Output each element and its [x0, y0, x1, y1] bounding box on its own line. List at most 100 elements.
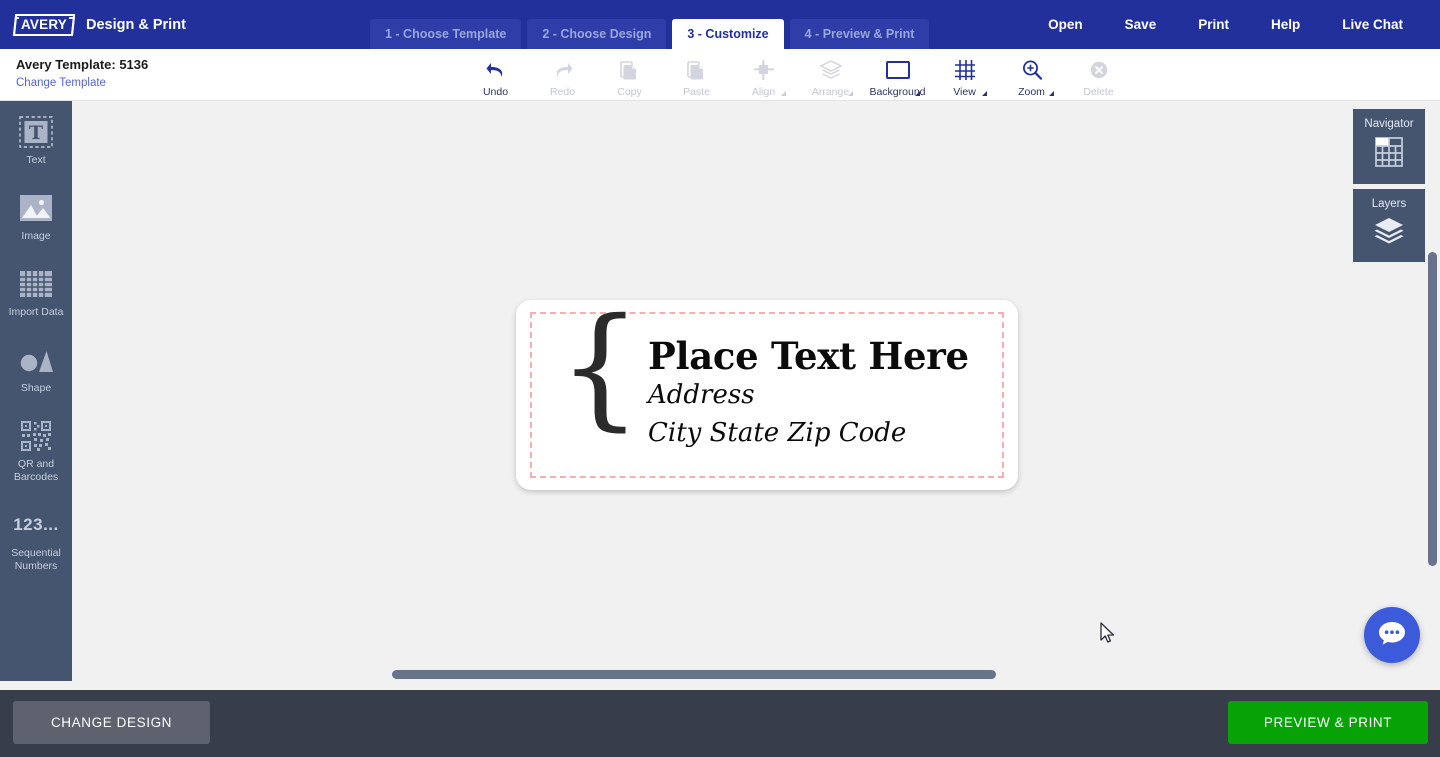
preview-print-button[interactable]: PREVIEW & PRINT	[1228, 701, 1428, 744]
zoom-button[interactable]: Zoom	[998, 51, 1065, 98]
label-title-text[interactable]: Place Text Here	[648, 336, 969, 376]
label-city-state-zip-text[interactable]: City State Zip Code	[648, 414, 969, 452]
menu-save[interactable]: Save	[1104, 17, 1178, 32]
menu-help[interactable]: Help	[1250, 17, 1321, 32]
step-tab-4[interactable]: 4 - Preview & Print	[789, 19, 930, 49]
undo-label: Undo	[482, 86, 509, 98]
align-label: Align	[751, 86, 776, 98]
step-tab-4-label: 4 - Preview & Print	[804, 27, 915, 41]
sidebar-item-text-label: Text	[26, 154, 46, 166]
qr-code-icon	[21, 417, 51, 455]
menu-live-chat[interactable]: Live Chat	[1321, 17, 1424, 32]
redo-icon	[552, 58, 574, 82]
image-icon	[19, 189, 53, 227]
change-template-link[interactable]: Change Template	[16, 77, 106, 89]
step-tab-3-label: 3 - Customize	[687, 27, 769, 41]
delete-button: Delete	[1065, 51, 1132, 98]
delete-icon	[1089, 58, 1109, 82]
zoom-label: Zoom	[1018, 86, 1045, 98]
left-tool-sidebar: T Text Image Import Data Shape QR and Ba…	[0, 101, 72, 681]
sidebar-item-import-data-label: Import Data	[8, 306, 64, 318]
sidebar-item-shape-label: Shape	[20, 382, 52, 394]
text-icon: T	[19, 113, 53, 151]
canvas-horizontal-scrollbar[interactable]	[72, 667, 1425, 681]
navigator-grid-icon	[1375, 137, 1403, 172]
undo-button[interactable]: Undo	[462, 51, 529, 98]
menu-print[interactable]: Print	[1177, 17, 1250, 32]
chat-bubble-icon	[1378, 620, 1406, 651]
paste-icon	[686, 58, 707, 82]
align-icon	[753, 58, 775, 82]
canvas-horizontal-scrollbar-thumb[interactable]	[392, 670, 996, 679]
top-menu: Open Save Print Help Live Chat	[1027, 0, 1424, 49]
app-title: Design & Print	[86, 16, 186, 33]
sidebar-item-image[interactable]: Image	[0, 177, 72, 253]
step-tab-2-label: 2 - Choose Design	[542, 27, 652, 41]
step-tabs: 1 - Choose Template 2 - Choose Design 3 …	[370, 19, 930, 49]
template-toolbar-row: Avery Template: 5136 Change Template Und…	[0, 49, 1440, 101]
copy-label: Copy	[617, 86, 642, 98]
sidebar-item-qr-barcodes-label: QR and Barcodes	[13, 458, 59, 483]
table-icon	[19, 265, 53, 303]
view-caret-icon	[982, 91, 987, 96]
paste-label: Paste	[683, 86, 710, 98]
paste-button: Paste	[663, 51, 730, 98]
layers-panel-button[interactable]: Layers	[1353, 189, 1425, 262]
avery-logo-text: AVERY	[18, 17, 69, 32]
step-tab-3[interactable]: 3 - Customize	[672, 19, 784, 49]
avery-logo[interactable]: AVERY Design & Print	[0, 12, 186, 38]
zoom-caret-icon	[1049, 91, 1054, 96]
step-tab-1[interactable]: 1 - Choose Template	[370, 19, 522, 49]
layers-icon	[1373, 217, 1405, 250]
label-content: { Place Text Here Address City State Zip…	[558, 301, 998, 470]
background-caret-icon	[915, 91, 920, 96]
mouse-cursor	[1100, 622, 1118, 651]
grid-icon	[954, 58, 976, 82]
undo-icon	[485, 58, 507, 82]
sidebar-item-sequential-numbers[interactable]: 123... Sequential Numbers	[0, 494, 72, 583]
redo-button: Redo	[529, 51, 596, 98]
copy-button: Copy	[596, 51, 663, 98]
step-tab-2[interactable]: 2 - Choose Design	[527, 19, 667, 49]
design-canvas[interactable]: { Place Text Here Address City State Zip…	[72, 101, 1425, 681]
label-address-text[interactable]: Address	[648, 376, 969, 414]
live-chat-button[interactable]	[1364, 607, 1420, 663]
step-tab-1-label: 1 - Choose Template	[385, 27, 507, 41]
sidebar-item-text[interactable]: T Text	[0, 101, 72, 177]
layers-panel-label: Layers	[1371, 198, 1407, 210]
align-button: Align	[730, 51, 797, 98]
sidebar-item-sequential-numbers-label: Sequential Numbers	[11, 547, 61, 572]
align-caret-icon	[781, 91, 786, 96]
label-text-block[interactable]: Place Text Here Address City State Zip C…	[648, 324, 969, 452]
label-card[interactable]: { Place Text Here Address City State Zip…	[516, 300, 1018, 490]
copy-icon	[619, 58, 640, 82]
background-button[interactable]: Background	[864, 51, 931, 98]
numbers-icon: 123...	[13, 506, 59, 544]
sidebar-item-import-data[interactable]: Import Data	[0, 253, 72, 329]
change-design-button[interactable]: CHANGE DESIGN	[13, 701, 210, 744]
numbers-glyph: 123...	[13, 515, 59, 534]
shape-icon	[19, 341, 53, 379]
canvas-vertical-scrollbar[interactable]	[1425, 101, 1440, 681]
sidebar-item-image-label: Image	[21, 230, 51, 242]
editor-toolbar: Undo Redo Copy Paste Align Arrange Backg…	[462, 51, 1132, 98]
sidebar-item-shape[interactable]: Shape	[0, 329, 72, 405]
redo-label: Redo	[549, 86, 576, 98]
footer-bar: CHANGE DESIGN PREVIEW & PRINT	[0, 690, 1440, 757]
svg-text:T: T	[29, 122, 43, 144]
menu-open[interactable]: Open	[1027, 17, 1104, 32]
view-label: View	[953, 86, 976, 98]
background-icon	[885, 58, 910, 82]
arrange-button: Arrange	[797, 51, 864, 98]
zoom-in-icon	[1021, 58, 1043, 82]
top-header-bar: AVERY Design & Print 1 - Choose Template…	[0, 0, 1440, 49]
canvas-vertical-scrollbar-thumb[interactable]	[1428, 252, 1437, 566]
sidebar-item-qr-barcodes[interactable]: QR and Barcodes	[0, 405, 72, 494]
arrange-caret-icon	[848, 91, 853, 96]
delete-label: Delete	[1083, 86, 1114, 98]
arrange-label: Arrange	[811, 86, 850, 98]
template-title: Avery Template: 5136	[16, 57, 149, 72]
navigator-panel-button[interactable]: Navigator	[1353, 109, 1425, 184]
arrange-icon	[819, 58, 842, 82]
view-button[interactable]: View	[931, 51, 998, 98]
